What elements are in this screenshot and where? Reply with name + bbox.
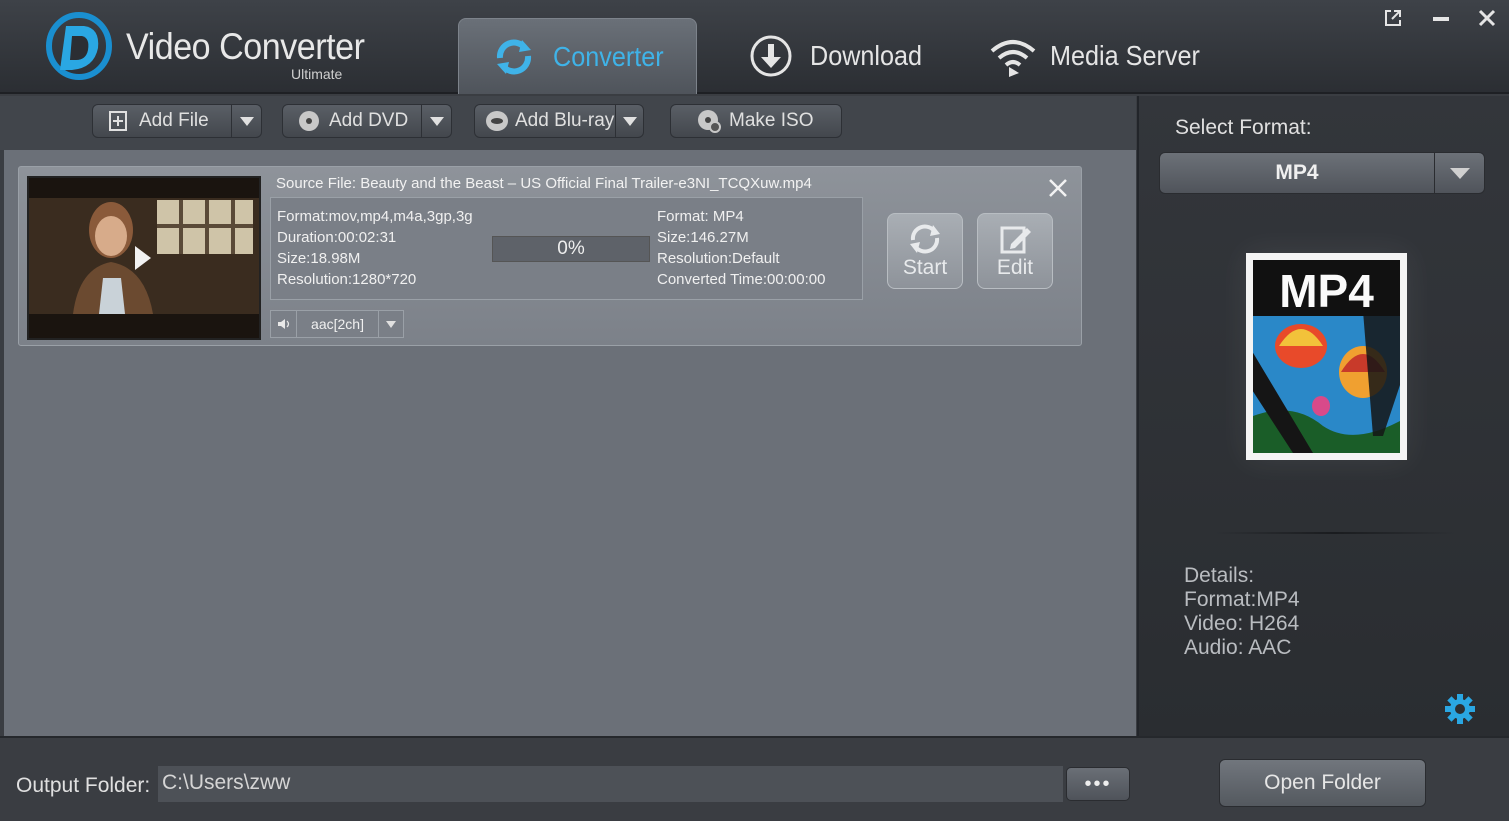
start-label: Start [902, 256, 948, 279]
popout-icon [1385, 10, 1401, 26]
wifi-icon [990, 40, 1036, 77]
bluray-icon [485, 109, 509, 133]
chevron-down-icon [429, 116, 444, 126]
file-list: Source File: Beauty and the Beast – US O… [4, 150, 1136, 736]
format-details: Details: Format:MP4 Video: H264 Audio: A… [1184, 564, 1300, 660]
source-file: Source File: Beauty and the Beast – US O… [276, 175, 812, 192]
audio-track-value: aac[2ch] [297, 311, 379, 337]
film-strip-icon [1253, 316, 1400, 453]
details-video: Video: H264 [1184, 612, 1300, 635]
add-bluray-dropdown[interactable] [615, 105, 643, 137]
progress-label: 0% [557, 238, 585, 259]
app-subtitle: Ultimate [291, 66, 343, 82]
source-format: Format:mov,mp4,m4a,3gp,3g [277, 208, 473, 225]
add-file-label: Add File [139, 110, 209, 131]
chevron-down-icon [622, 116, 637, 126]
format-image: MP4 [1246, 253, 1407, 460]
format-panel: Select Format: MP4 MP4 Details: Format:M… [1137, 96, 1509, 736]
audio-track-dropdown[interactable] [379, 311, 403, 337]
iso-icon [697, 109, 721, 133]
tab-media-server-label: Media Server [1050, 40, 1200, 71]
video-thumbnail[interactable] [27, 176, 261, 340]
refresh-icon [910, 224, 940, 254]
remove-item-icon[interactable] [1047, 177, 1069, 199]
minimize-icon [1433, 17, 1449, 21]
start-button[interactable]: Start [887, 213, 963, 289]
disc-icon [297, 109, 321, 133]
add-bluray-label: Add Blu-ray [515, 110, 615, 131]
gear-icon[interactable] [1444, 693, 1476, 725]
source-resolution: Resolution:1280*720 [277, 271, 417, 288]
make-iso-label: Make ISO [729, 110, 814, 131]
open-folder-button[interactable]: Open Folder [1219, 759, 1426, 807]
output-folder-label: Output Folder: [16, 774, 151, 797]
chevron-down-icon [1449, 167, 1470, 179]
close-icon [1478, 9, 1496, 27]
edit-label: Edit [996, 256, 1034, 279]
app-logo [46, 12, 112, 80]
thumbnail-image [29, 178, 259, 338]
details-format: Format:MP4 [1184, 588, 1300, 611]
format-select[interactable]: MP4 [1159, 152, 1485, 194]
format-select-dropdown[interactable] [1434, 153, 1484, 193]
output-format: Format: MP4 [657, 208, 744, 225]
converted-time: Converted Time:00:00:00 [657, 271, 826, 288]
divider [1215, 532, 1455, 534]
add-file-dropdown[interactable] [231, 105, 261, 137]
details-heading: Details: [1184, 564, 1255, 587]
browse-button[interactable]: ••• [1066, 767, 1130, 801]
select-format-label: Select Format: [1175, 116, 1312, 139]
add-file-icon [107, 109, 131, 133]
app-title: Video Converter [126, 26, 365, 67]
source-size: Size:18.98M [277, 250, 361, 267]
edit-button[interactable]: Edit [977, 213, 1053, 289]
source-duration: Duration:00:02:31 [277, 229, 397, 246]
output-size: Size:146.27M [657, 229, 749, 246]
download-icon [750, 35, 792, 77]
tab-download-label: Download [810, 40, 923, 71]
make-iso-button[interactable]: Make ISO [670, 104, 842, 138]
add-bluray-button[interactable]: Add Blu-ray [474, 104, 644, 138]
speaker-icon [271, 311, 297, 337]
add-dvd-label: Add DVD [329, 110, 409, 131]
close-window-button[interactable] [1474, 6, 1500, 30]
edit-icon [1000, 226, 1031, 254]
title-bar: Video Converter Ultimate Converter Downl… [0, 0, 1509, 94]
audio-track-select[interactable]: aac[2ch] [270, 310, 404, 338]
minimize-button[interactable] [1428, 6, 1454, 30]
popout-button[interactable] [1380, 6, 1406, 30]
output-folder-field[interactable]: C:\Users\zww [158, 766, 1063, 802]
bottom-bar: Output Folder: C:\Users\zww ••• Open Fol… [0, 736, 1509, 821]
add-dvd-dropdown[interactable] [421, 105, 451, 137]
tab-download[interactable]: Download [748, 18, 948, 94]
tab-converter[interactable]: Converter [458, 18, 697, 94]
chevron-down-icon [239, 116, 254, 126]
format-select-value: MP4 [1275, 161, 1319, 184]
progress-bar: 0% [492, 236, 650, 262]
add-dvd-button[interactable]: Add DVD [282, 104, 452, 138]
chevron-down-icon [386, 320, 396, 328]
tab-media-server[interactable]: Media Server [988, 18, 1218, 94]
details-audio: Audio: AAC [1184, 636, 1292, 659]
toolbar: Add File Add DVD Add Blu-ray Make ISO [0, 96, 1136, 150]
add-file-button[interactable]: Add File [92, 104, 262, 138]
format-image-text: MP4 [1279, 265, 1374, 317]
conversion-info: Format:mov,mp4,m4a,3gp,3g Duration:00:02… [270, 197, 863, 300]
output-resolution: Resolution:Default [657, 250, 780, 267]
refresh-icon [496, 39, 532, 74]
list-item[interactable]: Source File: Beauty and the Beast – US O… [18, 166, 1082, 346]
tab-converter-label: Converter [553, 40, 664, 72]
